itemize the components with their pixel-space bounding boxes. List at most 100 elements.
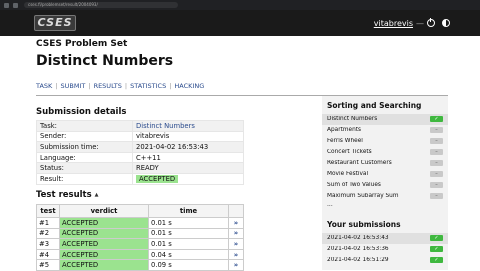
problemset-title[interactable]: CSES Problem Set — [36, 39, 127, 49]
reload-icon[interactable] — [13, 2, 18, 8]
tab-statistics[interactable]: STATISTICS — [130, 82, 166, 90]
detail-row-sender: Sender: vitabrevis — [36, 130, 244, 143]
test-verdict: ACCEPTED — [59, 248, 149, 261]
page-title: Distinct Numbers — [36, 53, 174, 69]
detail-key: Sender: — [36, 130, 133, 143]
browser-toolbar: cses.fi/problemset/result/2004093/ — [0, 0, 480, 10]
problem-name: Apartments — [327, 127, 362, 134]
problem-item-movie-festival[interactable]: Movie Festival – — [322, 168, 448, 179]
problem-name: Movie Festival — [327, 170, 369, 177]
problem-name: Restaurant Customers — [327, 160, 392, 166]
detail-value: Distinct Numbers — [132, 120, 244, 132]
logout-icon[interactable] — [427, 18, 435, 27]
test-results-heading: Test results ▲ — [36, 190, 99, 200]
theme-toggle-icon[interactable] — [442, 19, 450, 27]
test-time: 0.01 s — [148, 227, 229, 240]
detail-row-time: Submission time: 2021-04-02 16:53:43 — [36, 141, 244, 153]
problem-item-restaurant-customers[interactable]: Restaurant Customers – — [322, 158, 448, 169]
detail-row-result: Result: ACCEPTED — [36, 172, 244, 185]
view-test-icon[interactable]: » — [228, 248, 244, 261]
check-icon: ✓ — [430, 257, 443, 264]
view-test-icon[interactable]: » — [228, 238, 244, 250]
problem-item-concert-tickets[interactable]: Concert Tickets – — [322, 147, 448, 158]
results-sort-link[interactable]: results — [59, 190, 92, 200]
dash-icon: – — [430, 149, 443, 156]
address-bar[interactable]: cses.fi/problemset/result/2004093/ — [24, 2, 178, 8]
test-results-table: test verdict time #1 ACCEPTED 0.01 s » #… — [36, 204, 244, 271]
view-test-icon[interactable]: » — [228, 259, 244, 271]
task-nav: TASK | SUBMIT | RESULTS | STATISTICS | H… — [36, 82, 205, 90]
detail-value: 2021-04-02 16:53:43 — [132, 141, 244, 153]
problem-list: Distinct Numbers ✓ Apartments – Ferris W… — [322, 114, 448, 210]
back-icon[interactable] — [4, 2, 9, 8]
table-row: #1 ACCEPTED 0.01 s » — [36, 217, 244, 229]
test-heading-label: Test — [36, 190, 56, 200]
table-row: #3 ACCEPTED 0.01 s » — [36, 238, 244, 250]
dash-icon: – — [430, 181, 443, 188]
check-icon: ✓ — [430, 116, 443, 123]
test-verdict: ACCEPTED — [59, 238, 149, 250]
submission-details-table: Task: Distinct Numbers Sender: vitabrevi… — [36, 120, 244, 185]
caret-up-icon[interactable]: ▲ — [95, 192, 99, 198]
user-link[interactable]: vitabrevis — [374, 19, 413, 28]
detail-key: Submission time: — [36, 141, 133, 153]
test-table-header: test verdict time — [36, 204, 244, 218]
header-separator: — — [416, 18, 424, 28]
task-link[interactable]: Distinct Numbers — [136, 122, 195, 130]
test-time: 0.01 s — [148, 238, 229, 250]
your-submissions-title: Your submissions — [327, 220, 401, 229]
detail-value: ACCEPTED — [132, 172, 244, 185]
problem-item-ferris-wheel[interactable]: Ferris Wheel – — [322, 136, 448, 147]
detail-key: Result: — [36, 172, 133, 185]
dash-icon: – — [430, 170, 443, 177]
column-header-test: test — [36, 204, 60, 218]
problem-item-sum-of-two-values[interactable]: Sum of Two Values – — [322, 179, 448, 190]
problem-item-distinct-numbers[interactable]: Distinct Numbers ✓ — [322, 114, 448, 125]
problem-item-maximum-subarray-sum[interactable]: Maximum Subarray Sum – — [322, 190, 448, 201]
dash-icon: – — [430, 138, 443, 145]
test-verdict: ACCEPTED — [59, 227, 149, 240]
detail-key: Language: — [36, 151, 133, 164]
result-badge: ACCEPTED — [136, 174, 179, 183]
test-verdict: ACCEPTED — [59, 259, 149, 271]
test-number: #4 — [36, 248, 60, 261]
more-problems[interactable]: ... — [322, 201, 448, 210]
tab-submit[interactable]: SUBMIT — [61, 82, 86, 90]
dash-icon: – — [430, 160, 443, 166]
test-number: #2 — [36, 227, 60, 240]
view-test-icon[interactable]: » — [228, 217, 244, 229]
detail-value: C++11 — [132, 151, 244, 164]
detail-key: Task: — [36, 120, 133, 132]
test-time: 0.09 s — [148, 259, 229, 271]
problem-item-apartments[interactable]: Apartments – — [322, 125, 448, 136]
problem-name: Sum of Two Values — [327, 181, 381, 188]
test-number: #1 — [36, 217, 60, 229]
tab-results[interactable]: RESULTS — [94, 82, 122, 90]
problem-name: Concert Tickets — [327, 149, 372, 156]
test-number: #5 — [36, 259, 60, 271]
submission-item[interactable]: 2021-04-02 16:51:29 ✓ — [322, 255, 448, 266]
problem-name: Distinct Numbers — [327, 116, 378, 123]
detail-key: Status: — [36, 162, 133, 174]
detail-value: vitabrevis — [132, 130, 244, 143]
check-icon: ✓ — [430, 246, 443, 253]
tab-hacking[interactable]: HACKING — [174, 82, 204, 90]
submission-item[interactable]: 2021-04-02 16:53:43 ✓ — [322, 233, 448, 244]
detail-value: READY — [132, 162, 244, 174]
sidebar-section-title: Sorting and Searching — [327, 101, 422, 110]
detail-row-language: Language: C++11 — [36, 151, 244, 164]
submission-time: 2021-04-02 16:53:36 — [327, 246, 389, 253]
test-verdict: ACCEPTED — [59, 217, 149, 229]
check-icon: ✓ — [430, 235, 443, 242]
cses-logo[interactable]: CSES — [34, 15, 76, 31]
dash-icon: – — [430, 192, 443, 199]
view-test-icon[interactable]: » — [228, 227, 244, 240]
test-time: 0.04 s — [148, 248, 229, 261]
column-header-arrow — [228, 204, 244, 218]
column-header-time: time — [148, 204, 229, 218]
table-row: #2 ACCEPTED 0.01 s » — [36, 227, 244, 240]
tab-task[interactable]: TASK — [36, 82, 52, 90]
submission-details-heading: Submission details — [36, 107, 127, 117]
detail-row-task: Task: Distinct Numbers — [36, 120, 244, 132]
submission-item[interactable]: 2021-04-02 16:53:36 ✓ — [322, 244, 448, 255]
